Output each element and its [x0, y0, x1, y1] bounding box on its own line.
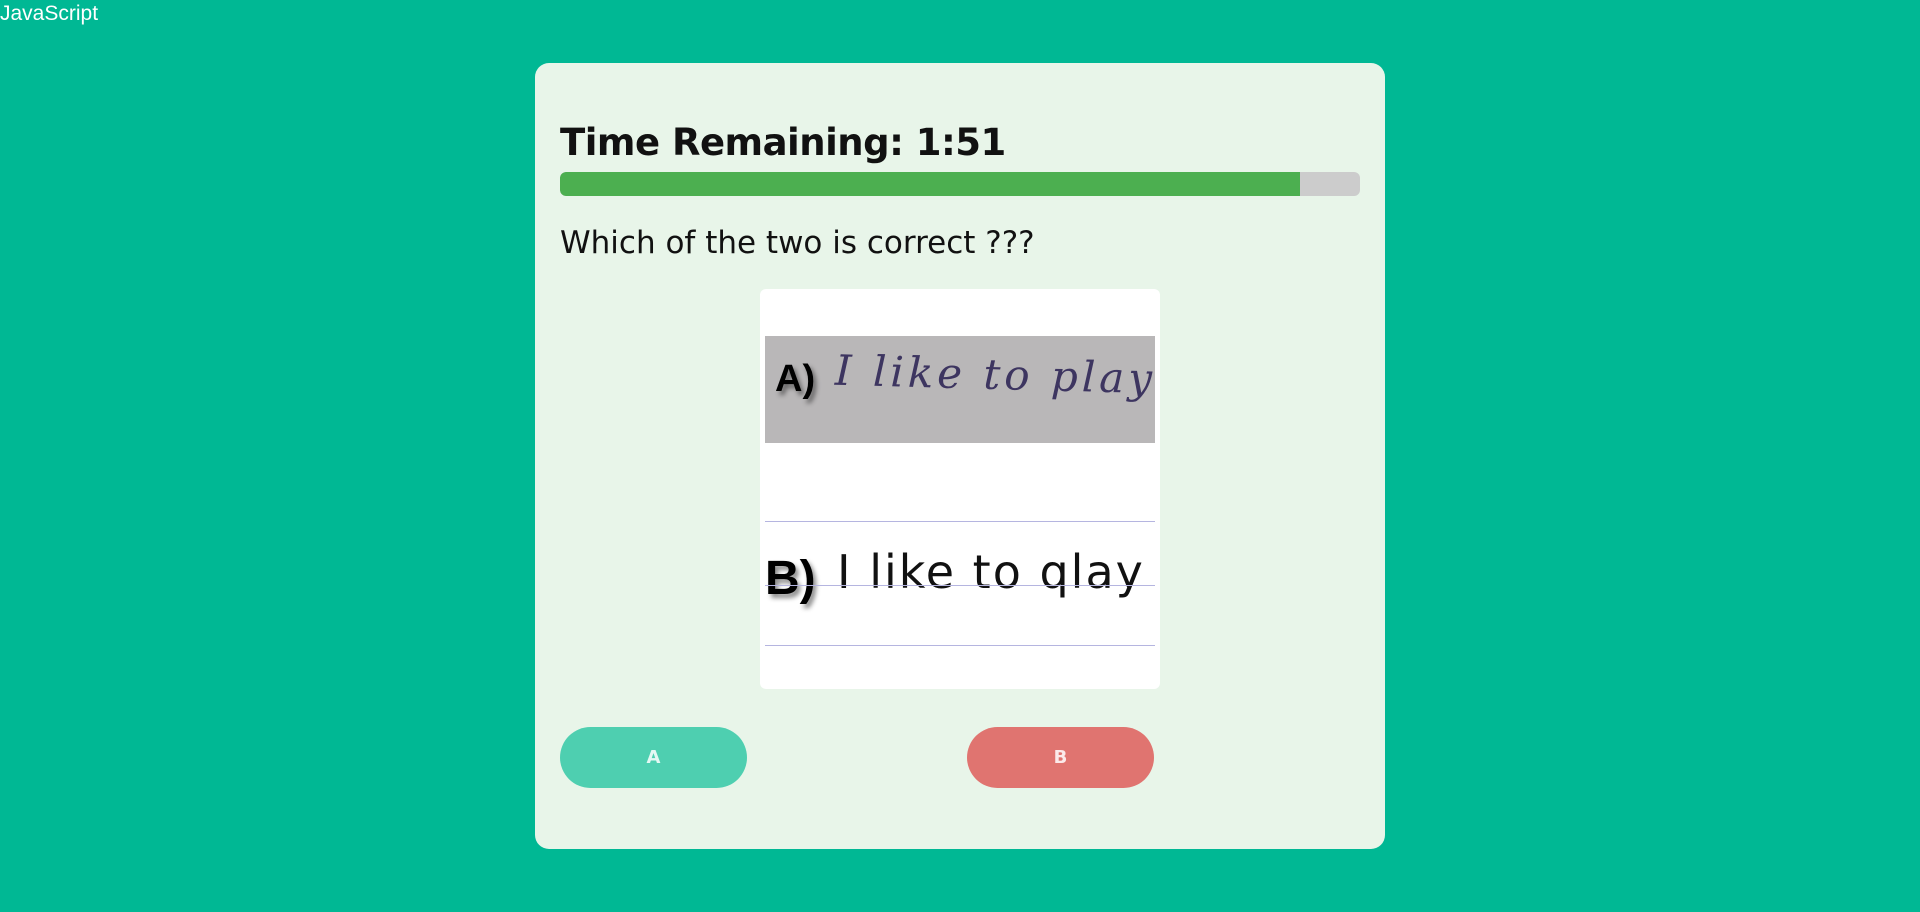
answer-b-button[interactable]: B	[967, 727, 1154, 788]
option-a-handwriting: I like to play	[834, 345, 1157, 404]
option-a-image-label: A)	[775, 358, 816, 400]
option-b-image-area: B) I like to qlay	[765, 529, 1155, 619]
corner-title: JavaScript	[0, 2, 98, 26]
ruled-line	[765, 645, 1155, 646]
quiz-card: Time Remaining: 1:51 Which of the two is…	[535, 63, 1385, 849]
question-text: Which of the two is correct ???	[560, 225, 1035, 261]
time-progress-fill	[560, 172, 1300, 196]
timer-label: Time Remaining: 1:51	[560, 121, 1006, 164]
option-b-image-label: B)	[765, 552, 816, 605]
answer-a-button[interactable]: A	[560, 727, 747, 788]
question-image: A) I like to play B) I like to qlay	[760, 289, 1160, 689]
corner-title-text: JavaScript	[0, 2, 99, 25]
ruled-line	[765, 521, 1155, 522]
option-b-handwriting: I like to qlay	[837, 545, 1145, 599]
ruled-line	[765, 585, 1155, 586]
option-a-image-strip: A) I like to play	[765, 336, 1157, 443]
time-progress-bar	[560, 172, 1360, 196]
